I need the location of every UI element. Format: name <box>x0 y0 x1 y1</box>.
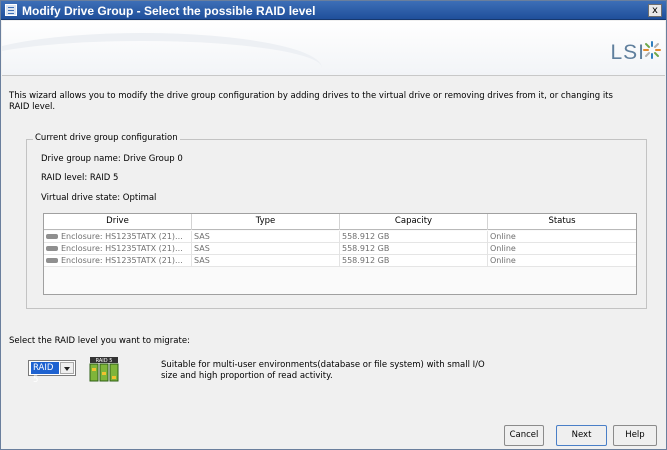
modify-drive-group-window: Modify Drive Group - Select the possible… <box>0 0 667 450</box>
capacity-cell: 558.912 GB <box>340 243 488 255</box>
lsi-logo-text: LSI <box>610 41 645 64</box>
status-cell: Online <box>490 256 516 265</box>
close-button[interactable]: x <box>648 4 662 17</box>
column-header-capacity[interactable]: Capacity <box>340 214 488 230</box>
next-button[interactable]: Next <box>556 425 607 446</box>
capacity-cell: 558.912 GB <box>340 255 488 267</box>
drive-table[interactable]: Drive Type Capacity Status Enclosure: HS… <box>43 213 637 295</box>
title-bar[interactable]: Modify Drive Group - Select the possible… <box>1 1 666 20</box>
window-title: Modify Drive Group - Select the possible… <box>22 4 316 18</box>
drive-icon <box>46 258 58 263</box>
table-row[interactable]: Enclosure: HS1235TATX (21)... SAS 558.91… <box>44 243 636 255</box>
type-cell: SAS <box>192 231 340 243</box>
lsi-logo-icon <box>643 41 661 59</box>
table-row[interactable]: Enclosure: HS1235TATX (21)... SAS 558.91… <box>44 231 636 243</box>
raid-level-current: RAID level: RAID 5 <box>41 173 119 183</box>
drive-group-name: Drive group name: Drive Group 0 <box>41 154 183 164</box>
header-swoosh <box>2 33 322 75</box>
current-configuration-group: Current drive group configuration Drive … <box>26 133 647 309</box>
svg-text:RAID 5: RAID 5 <box>96 358 113 364</box>
drive-icon <box>46 246 58 251</box>
raid-description: Suitable for multi-user environments(dat… <box>161 360 485 381</box>
status-cell: Online <box>490 244 516 253</box>
column-header-type[interactable]: Type <box>192 214 340 230</box>
migrate-raid-label: Select the RAID level you want to migrat… <box>9 336 190 346</box>
type-cell: SAS <box>192 243 340 255</box>
wizard-intro-text: This wizard allows you to modify the dri… <box>9 91 613 112</box>
drive-cell: Enclosure: HS1235TATX (21)... <box>44 243 192 255</box>
table-row[interactable]: Enclosure: HS1235TATX (21)... SAS 558.91… <box>44 255 636 267</box>
status-cell: Online <box>490 232 516 241</box>
raid-level-selected: RAID 5 <box>31 362 59 385</box>
chevron-down-icon[interactable] <box>60 362 74 374</box>
type-cell: SAS <box>192 255 340 267</box>
cancel-button[interactable]: Cancel <box>504 425 544 446</box>
column-header-drive[interactable]: Drive <box>44 214 192 230</box>
raid-level-select[interactable]: RAID 5 <box>28 360 76 385</box>
table-header: Drive Type Capacity Status <box>44 214 636 230</box>
capacity-cell: 558.912 GB <box>340 231 488 243</box>
group-legend: Current drive group configuration <box>33 133 180 143</box>
drive-cell: Enclosure: HS1235TATX (21)... <box>44 255 192 267</box>
help-button[interactable]: Help <box>613 425 657 446</box>
application-icon <box>5 4 17 16</box>
wizard-header: LSI <box>2 21 665 76</box>
raid-5-icon: RAID 5 <box>89 357 119 382</box>
column-header-status[interactable]: Status <box>488 214 636 230</box>
drive-cell: Enclosure: HS1235TATX (21)... <box>44 231 192 243</box>
virtual-drive-state: Virtual drive state: Optimal <box>41 193 157 203</box>
drive-icon <box>46 234 58 239</box>
